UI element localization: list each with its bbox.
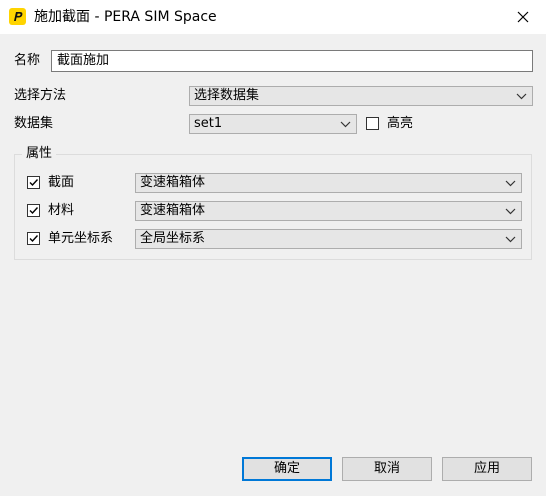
attributes-group-title: 属性 <box>22 145 57 163</box>
name-label: 名称 <box>14 53 41 68</box>
cancel-button[interactable]: 取消 <box>342 457 432 481</box>
method-select-value: 选择数据集 <box>194 88 260 103</box>
section-checkbox[interactable] <box>27 176 40 189</box>
pera-logo-icon <box>9 8 26 25</box>
chevron-down-icon <box>505 180 516 187</box>
section-select-value: 变速箱箱体 <box>140 175 206 190</box>
element-csys-select[interactable]: 全局坐标系 <box>135 229 522 249</box>
material-label: 材料 <box>48 203 75 218</box>
checkmark-icon <box>29 207 39 215</box>
highlight-label: 高亮 <box>387 116 414 131</box>
element-csys-checkbox[interactable] <box>27 232 40 245</box>
section-label: 截面 <box>48 175 75 190</box>
title-bar: 施加截面 - PERA SIM Space <box>0 0 546 34</box>
method-label: 选择方法 <box>14 88 67 103</box>
highlight-checkbox[interactable] <box>366 117 379 130</box>
close-button[interactable] <box>500 0 546 34</box>
chevron-down-icon <box>516 93 527 100</box>
element-csys-select-value: 全局坐标系 <box>140 231 206 246</box>
checkmark-icon <box>29 179 39 187</box>
close-icon <box>517 11 529 23</box>
material-checkbox[interactable] <box>27 204 40 217</box>
element-csys-label: 单元坐标系 <box>48 231 114 246</box>
material-select-value: 变速箱箱体 <box>140 203 206 218</box>
apply-button[interactable]: 应用 <box>442 457 532 481</box>
dataset-label: 数据集 <box>14 116 54 131</box>
dataset-select-value: set1 <box>194 116 223 131</box>
chevron-down-icon <box>340 121 351 128</box>
window-title: 施加截面 - PERA SIM Space <box>34 9 217 25</box>
chevron-down-icon <box>505 208 516 215</box>
name-field[interactable]: 截面施加 <box>51 50 533 72</box>
checkmark-icon <box>29 235 39 243</box>
section-select[interactable]: 变速箱箱体 <box>135 173 522 193</box>
ok-button[interactable]: 确定 <box>242 457 332 481</box>
dataset-select[interactable]: set1 <box>189 114 357 134</box>
material-select[interactable]: 变速箱箱体 <box>135 201 522 221</box>
method-select[interactable]: 选择数据集 <box>189 86 533 106</box>
chevron-down-icon <box>505 236 516 243</box>
